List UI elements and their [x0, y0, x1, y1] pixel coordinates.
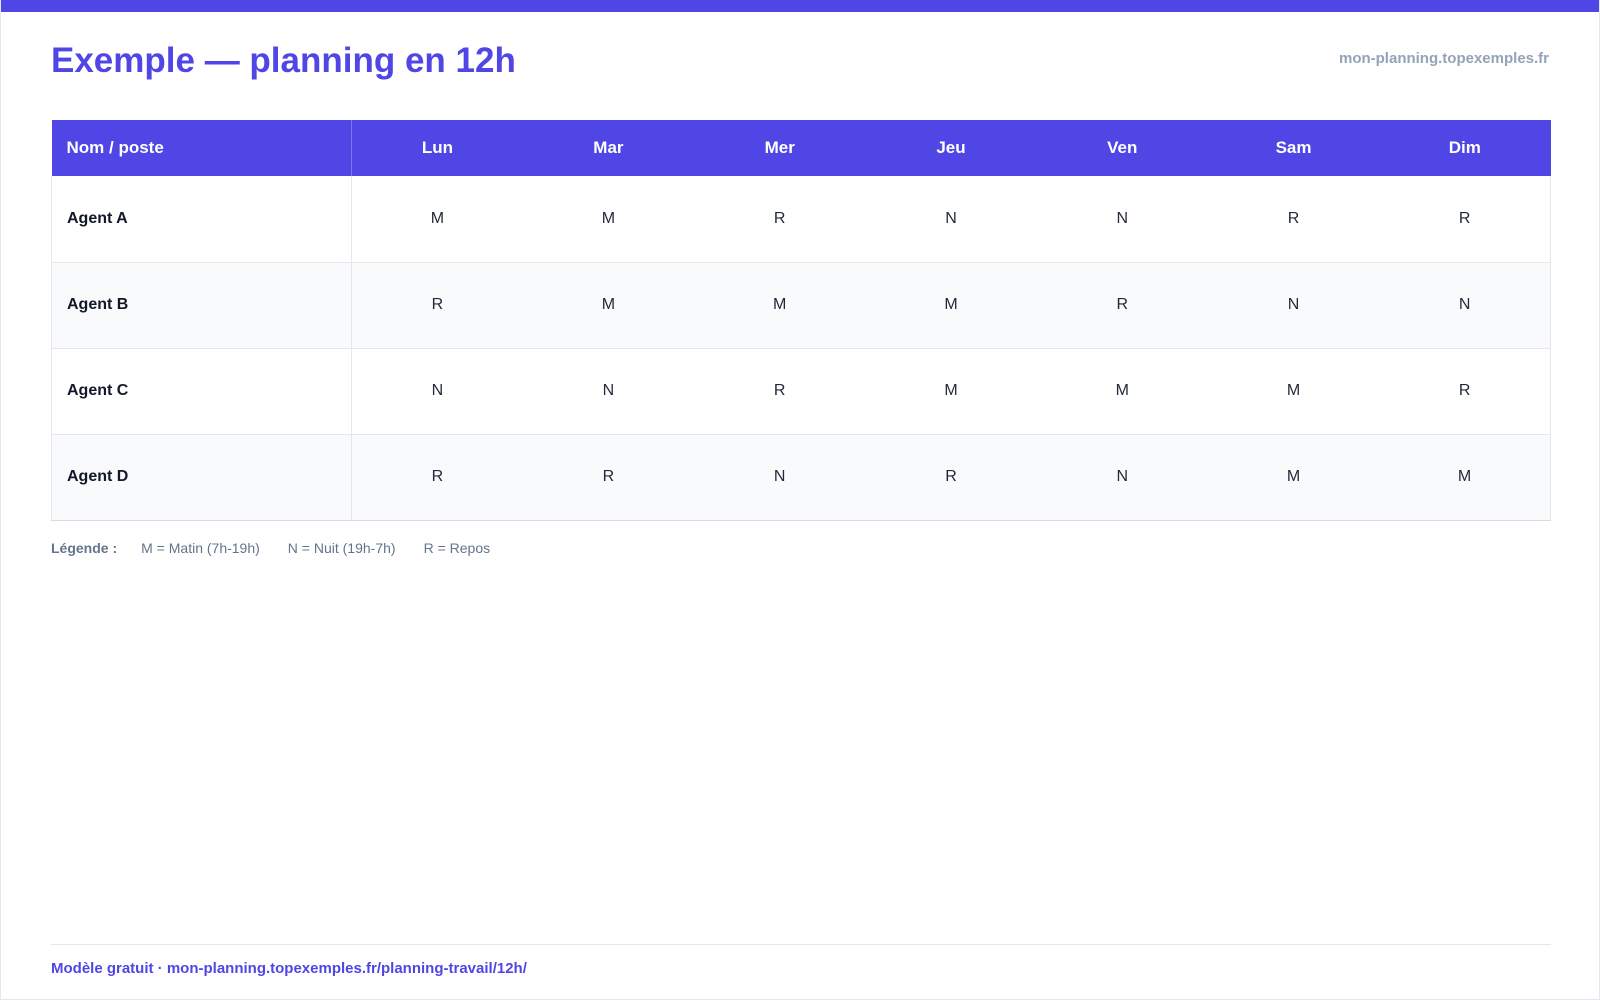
agent-name-cell: Agent B	[51, 262, 352, 349]
shift-cell: R	[1036, 262, 1208, 349]
legend-item: R = Repos	[423, 540, 491, 556]
column-header-day: Lun	[351, 120, 523, 176]
shift-cell: M	[1036, 348, 1208, 435]
shift-cell: N	[522, 348, 695, 435]
shift-cell: R	[522, 434, 695, 521]
legend-title: Légende :	[51, 540, 118, 556]
site-name: mon-planning.topexemples.fr	[1338, 50, 1549, 67]
page-title: Exemple — planning en 12h	[51, 41, 516, 80]
shift-cell: R	[1379, 176, 1552, 263]
shift-cell: R	[694, 176, 866, 263]
agent-name-cell: Agent D	[51, 434, 352, 521]
column-header-day: Mar	[522, 120, 695, 176]
column-header-name: Nom / poste	[51, 120, 352, 176]
legend-item: M = Matin (7h-19h)	[141, 540, 260, 556]
shift-cell: N	[1036, 176, 1208, 263]
shift-cell: M	[694, 262, 866, 349]
shift-cell: M	[522, 176, 695, 263]
table-header-row: Nom / poste Lun Mar Mer Jeu Ven Sam Dim	[51, 120, 1551, 176]
table-row: Agent D R R N R N M M	[51, 434, 1552, 521]
column-header-day: Jeu	[865, 120, 1037, 176]
column-header-day: Mer	[694, 120, 866, 176]
footer-divider	[51, 944, 1551, 945]
shift-cell: M	[522, 262, 695, 349]
shift-cell: M	[865, 348, 1037, 435]
shift-cell: N	[865, 176, 1037, 263]
top-accent-bar	[1, 0, 1599, 12]
column-header-day: Sam	[1207, 120, 1380, 176]
shift-cell: R	[1207, 176, 1380, 263]
shift-cell: N	[1379, 262, 1552, 349]
schedule-table: Nom / poste Lun Mar Mer Jeu Ven Sam Dim …	[51, 120, 1552, 521]
agent-name-cell: Agent C	[51, 348, 352, 435]
table-row: Agent A M M R N N R R	[51, 176, 1552, 263]
shift-cell: M	[1207, 434, 1380, 521]
table-row: Agent C N N R M M M R	[51, 348, 1552, 435]
page: Exemple — planning en 12h mon-planning.t…	[0, 0, 1600, 1000]
shift-cell: M	[1379, 434, 1552, 521]
shift-cell: M	[351, 176, 523, 263]
shift-cell: N	[351, 348, 523, 435]
shift-cell: R	[351, 262, 523, 349]
legend: Légende : M = Matin (7h-19h) N = Nuit (1…	[51, 540, 518, 556]
shift-cell: M	[865, 262, 1037, 349]
shift-cell: R	[694, 348, 866, 435]
footer-text: Modèle gratuit · mon-planning.topexemple…	[51, 960, 527, 977]
agent-name-cell: Agent A	[51, 176, 352, 263]
shift-cell: R	[351, 434, 523, 521]
shift-cell: N	[1036, 434, 1208, 521]
shift-cell: R	[1379, 348, 1552, 435]
legend-item: N = Nuit (19h-7h)	[287, 540, 396, 556]
shift-cell: R	[865, 434, 1037, 521]
shift-cell: M	[1207, 348, 1380, 435]
shift-cell: N	[694, 434, 866, 521]
column-header-day: Dim	[1379, 120, 1551, 176]
shift-cell: N	[1207, 262, 1380, 349]
column-header-day: Ven	[1036, 120, 1208, 176]
table-row: Agent B R M M M R N N	[51, 262, 1552, 349]
